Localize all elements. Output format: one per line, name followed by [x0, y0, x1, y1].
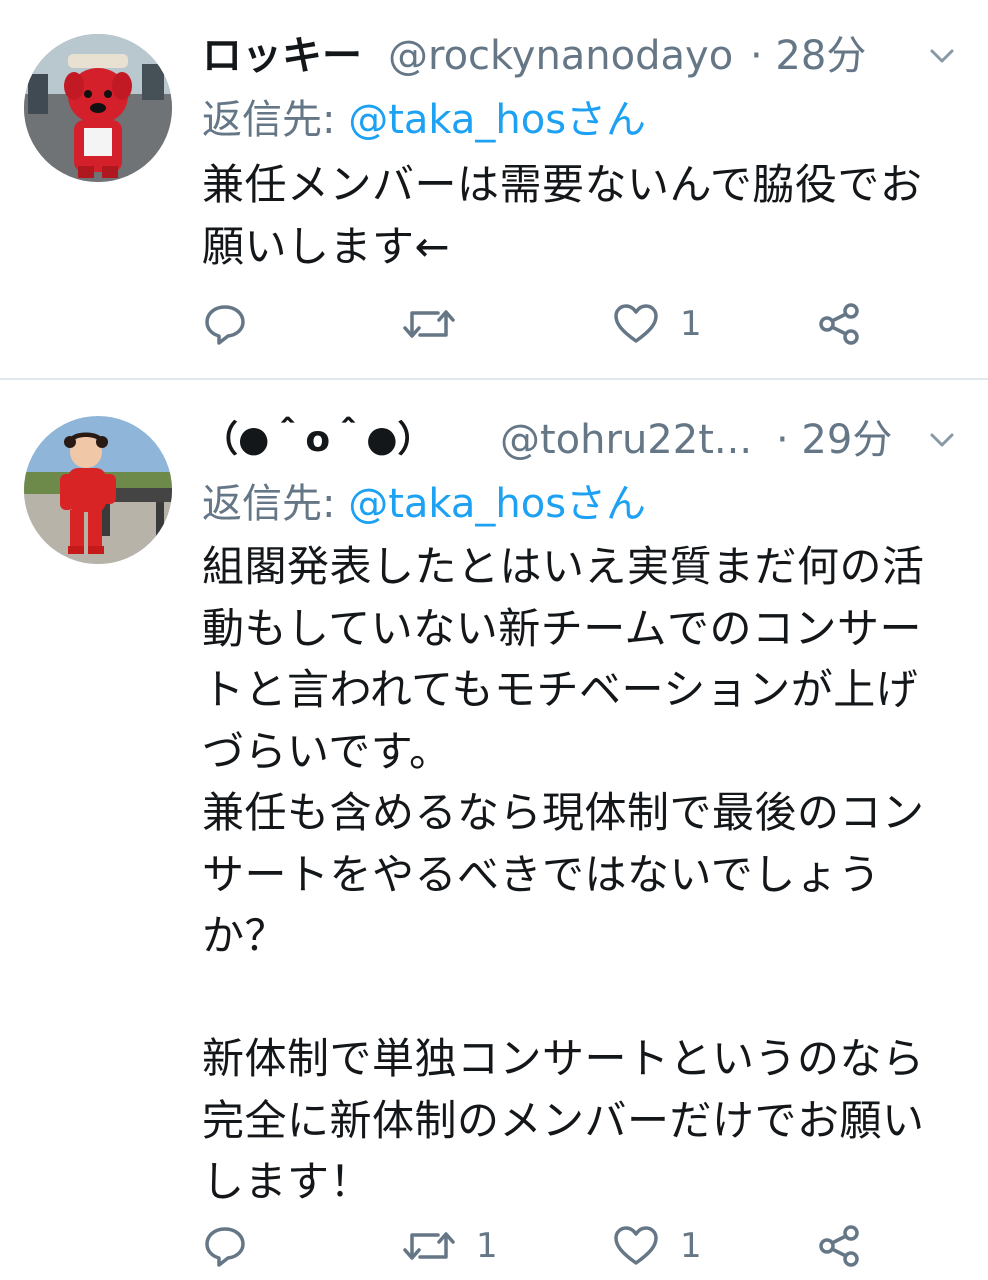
- tweet-body: 兼任メンバーは需要ないんで脇役でお 願いします←: [202, 160, 923, 271]
- tweet-header: ロッキー @rockynanodayo · 28分: [202, 30, 968, 82]
- share-icon: [819, 1225, 859, 1267]
- reply-label: 返信先:: [202, 97, 336, 143]
- tweet-actions: 1: [202, 298, 882, 350]
- retweet-button[interactable]: [402, 298, 476, 350]
- retweet-count: 1: [476, 1226, 498, 1266]
- reply-label: 返信先:: [202, 481, 336, 527]
- retweet-icon: [403, 1232, 455, 1260]
- retweet-button[interactable]: 1: [402, 1220, 498, 1272]
- reply-target-link[interactable]: @taka_hosさん: [348, 97, 646, 143]
- chevron-down-icon[interactable]: [926, 40, 958, 72]
- like-button[interactable]: 1: [612, 298, 702, 350]
- tweet-body: 組閣発表したとはいえ実質まだ何の活 動もしていない新チームでのコンサー トと言わ…: [202, 542, 925, 1206]
- like-button[interactable]: 1: [612, 1220, 702, 1272]
- reply-target-link[interactable]: @taka_hosさん: [348, 481, 646, 527]
- user-handle[interactable]: @tohru22t...: [500, 414, 752, 466]
- reply-icon: [205, 1227, 245, 1267]
- chevron-down-icon[interactable]: [926, 424, 958, 456]
- heart-icon: [614, 1226, 658, 1265]
- like-count: 1: [680, 304, 702, 344]
- reply-button[interactable]: [202, 1220, 268, 1272]
- tweet-timestamp[interactable]: · 28分: [750, 30, 866, 82]
- tweet-header: （●＾o＾●） @tohru22t... · 29分: [202, 414, 968, 466]
- tweet-2[interactable]: （●＾o＾●） @tohru22t... · 29分 返信先: @taka_ho…: [0, 380, 988, 1280]
- user-handle[interactable]: @rockynanodayo: [388, 30, 733, 82]
- avatar[interactable]: [24, 416, 172, 564]
- tweet-actions: 1 1: [202, 1220, 882, 1272]
- reply-context: 返信先: @taka_hosさん: [202, 478, 646, 530]
- share-icon: [819, 303, 859, 345]
- display-name[interactable]: （●＾o＾●）: [202, 414, 434, 466]
- tweet-timestamp[interactable]: · 29分: [776, 414, 892, 466]
- tweet-1[interactable]: ロッキー @rockynanodayo · 28分 返信先: @taka_hos…: [0, 0, 988, 378]
- retweet-icon: [403, 310, 455, 338]
- like-count: 1: [680, 1226, 702, 1266]
- heart-icon: [614, 304, 658, 343]
- avatar[interactable]: [24, 34, 172, 182]
- share-button[interactable]: [816, 298, 862, 350]
- display-name[interactable]: ロッキー: [202, 30, 362, 82]
- reply-icon: [205, 305, 245, 345]
- share-button[interactable]: [816, 1220, 862, 1272]
- reply-button[interactable]: [202, 298, 268, 350]
- reply-context: 返信先: @taka_hosさん: [202, 94, 646, 146]
